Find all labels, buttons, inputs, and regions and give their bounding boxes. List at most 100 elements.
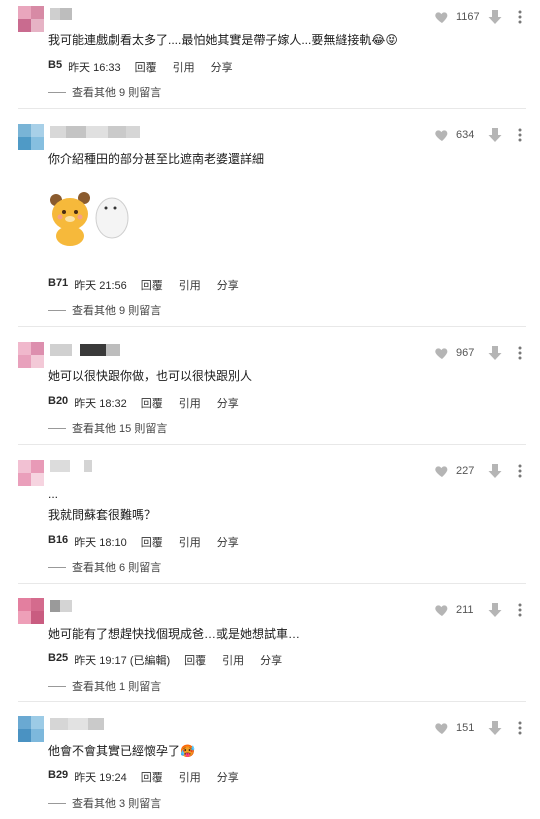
comment-meta: B71 昨天 21:56 回覆 引用 分享 [48, 277, 255, 293]
avatar[interactable] [18, 342, 44, 368]
timestamp: 昨天 16:33 [68, 62, 121, 74]
heart-icon[interactable] [434, 463, 450, 479]
username-blurred[interactable] [50, 344, 120, 356]
bear-hug-sticker [50, 192, 129, 246]
divider-dash [48, 566, 66, 568]
floor-number[interactable]: B29 [48, 769, 68, 785]
comment-text: 她可能有了想趕快找個現成爸…或是她想試車… [48, 627, 301, 641]
comment-meta: B25 昨天 19:17 (已編輯) 回覆 引用 分享 [48, 652, 298, 668]
dislike-arrow-icon[interactable] [488, 127, 502, 143]
more-options-icon[interactable] [514, 720, 526, 736]
floor-number[interactable]: B5 [48, 59, 62, 75]
share-button[interactable]: 分享 [260, 652, 282, 668]
floor-number[interactable]: B71 [48, 277, 68, 293]
divider-dash [48, 309, 66, 311]
username-blurred[interactable] [50, 8, 72, 20]
heart-icon[interactable] [434, 602, 450, 618]
heart-icon[interactable] [434, 127, 450, 143]
reply-button[interactable]: 回覆 [141, 769, 163, 785]
username-blurred[interactable] [50, 460, 92, 472]
quote-button[interactable]: 引用 [179, 277, 201, 293]
view-more-replies[interactable]: 查看其他 1 則留言 [48, 678, 161, 694]
dislike-arrow-icon[interactable] [488, 463, 502, 479]
comment-meta: B16 昨天 18:10 回覆 引用 分享 [48, 534, 255, 550]
reply-button[interactable]: 回覆 [141, 534, 163, 550]
quote-button[interactable]: 引用 [222, 652, 244, 668]
quote-button[interactable]: 引用 [179, 534, 201, 550]
username-blurred[interactable] [50, 600, 72, 612]
more-options-icon[interactable] [514, 602, 526, 618]
floor-number[interactable]: B20 [48, 395, 68, 411]
like-count: 1167 [456, 11, 480, 23]
username-blurred[interactable] [50, 126, 140, 138]
comment-text: 你介紹種田的部分甚至比遮南老婆還詳細 [48, 152, 265, 166]
reaction-bar: 227 [434, 462, 526, 480]
comment-text: 我可能連戲劇看太多了....最怕她其實是帶子嫁人...要無縫接軌😂😝 [48, 33, 398, 47]
timestamp: 昨天 19:24 [74, 772, 127, 784]
timestamp: 昨天 21:56 [74, 280, 127, 292]
floor-number[interactable]: B25 [48, 652, 68, 668]
avatar[interactable] [18, 598, 44, 624]
comment-meta: B29 昨天 19:24 回覆 引用 分享 [48, 769, 255, 785]
view-more-replies[interactable]: 查看其他 15 則留言 [48, 420, 167, 436]
comment-text: 我就問蘇套很難嗎？ [48, 508, 157, 522]
floor-number[interactable]: B16 [48, 534, 68, 550]
comment-text: 他會不會其實已經懷孕了🥵 [48, 744, 195, 758]
share-button[interactable]: 分享 [217, 277, 239, 293]
divider-dash [48, 91, 66, 93]
comment-text: 她可以很快跟你做，也可以很快跟別人 [48, 369, 253, 383]
divider [18, 444, 526, 445]
divider-dash [48, 802, 66, 804]
view-more-replies[interactable]: 查看其他 9 則留言 [48, 302, 161, 318]
reaction-bar: 1167 [434, 8, 526, 26]
divider [18, 108, 526, 109]
timestamp: 昨天 19:17 (已編輯) [74, 655, 171, 667]
avatar[interactable] [18, 124, 44, 150]
dislike-arrow-icon[interactable] [488, 9, 502, 25]
heart-icon[interactable] [434, 9, 450, 25]
like-count: 967 [456, 347, 475, 359]
reply-button[interactable]: 回覆 [184, 652, 206, 668]
more-options-icon[interactable] [514, 463, 526, 479]
divider [18, 701, 526, 702]
quote-button[interactable]: 引用 [173, 59, 195, 75]
reply-button[interactable]: 回覆 [135, 59, 157, 75]
heart-icon[interactable] [434, 720, 450, 736]
reaction-bar: 151 [434, 719, 526, 737]
dislike-arrow-icon[interactable] [488, 345, 502, 361]
reply-button[interactable]: 回覆 [141, 277, 163, 293]
view-more-replies[interactable]: 查看其他 6 則留言 [48, 559, 161, 575]
like-count: 211 [456, 604, 474, 616]
reaction-bar: 967 [434, 344, 526, 362]
share-button[interactable]: 分享 [211, 59, 233, 75]
divider-dash [48, 427, 66, 429]
like-count: 634 [456, 129, 475, 141]
comment-meta: B5 昨天 16:33 回覆 引用 分享 [48, 59, 249, 75]
view-more-replies[interactable]: 查看其他 3 則留言 [48, 795, 161, 811]
like-count: 227 [456, 465, 475, 477]
like-count: 151 [456, 722, 475, 734]
view-more-replies[interactable]: 查看其他 9 則留言 [48, 84, 161, 100]
quote-button[interactable]: 引用 [179, 769, 201, 785]
share-button[interactable]: 分享 [217, 769, 239, 785]
avatar[interactable] [18, 716, 44, 742]
timestamp: 昨天 18:32 [74, 398, 127, 410]
comment-meta: B20 昨天 18:32 回覆 引用 分享 [48, 395, 255, 411]
avatar[interactable] [18, 460, 44, 486]
share-button[interactable]: 分享 [217, 534, 239, 550]
reply-button[interactable]: 回覆 [141, 395, 163, 411]
dislike-arrow-icon[interactable] [488, 602, 502, 618]
dislike-arrow-icon[interactable] [488, 720, 502, 736]
username-blurred[interactable] [50, 718, 104, 730]
heart-icon[interactable] [434, 345, 450, 361]
more-options-icon[interactable] [514, 127, 526, 143]
reaction-bar: 211 [434, 601, 526, 619]
quote-button[interactable]: 引用 [179, 395, 201, 411]
more-options-icon[interactable] [514, 345, 526, 361]
more-options-icon[interactable] [514, 9, 526, 25]
divider-dash [48, 685, 66, 687]
share-button[interactable]: 分享 [217, 395, 239, 411]
avatar[interactable] [18, 6, 44, 32]
comment-text-prefix: ... [48, 487, 59, 501]
divider [18, 326, 526, 327]
